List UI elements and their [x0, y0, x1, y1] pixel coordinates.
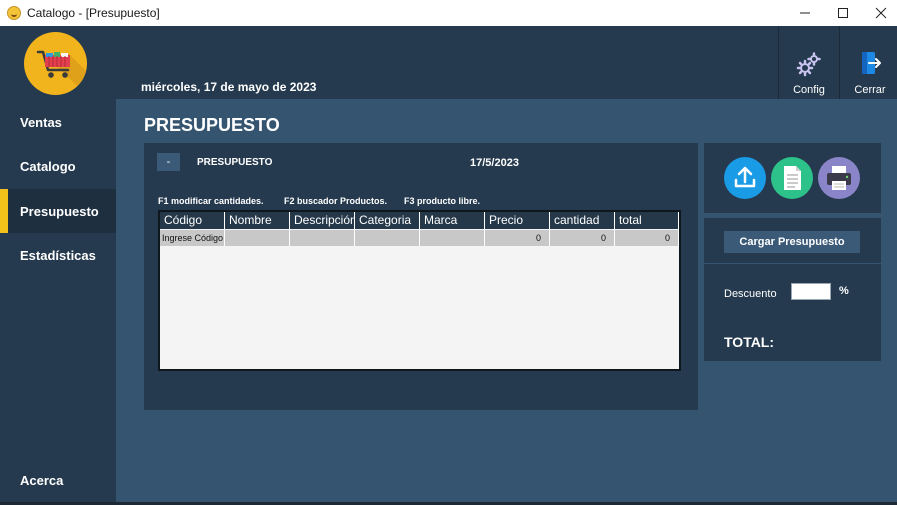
- panel-label: PRESUPUESTO: [197, 157, 273, 168]
- table-cell[interactable]: [225, 230, 290, 246]
- percent-sign: %: [839, 285, 849, 297]
- hint-f1: F1 modificar cantidades.: [158, 196, 264, 206]
- table-cell[interactable]: [290, 230, 355, 246]
- print-button[interactable]: [818, 157, 860, 199]
- upload-icon: [734, 166, 756, 188]
- sidebar-item-acerca[interactable]: Acerca: [0, 458, 116, 502]
- close-button[interactable]: [858, 0, 897, 26]
- hint-f3: F3 producto libre.: [404, 196, 481, 206]
- header-bar: miércoles, 17 de mayo de 2023 Config Cer…: [0, 26, 897, 99]
- current-date: miércoles, 17 de mayo de 2023: [141, 80, 317, 94]
- maximize-icon: [838, 8, 848, 18]
- sidebar-item-presupuesto[interactable]: Presupuesto: [0, 189, 116, 233]
- total-label: TOTAL:: [724, 334, 775, 350]
- products-grid[interactable]: Código Nombre Descripción Categoria Marc…: [158, 210, 681, 371]
- grid-header: Código Nombre Descripción Categoria Marc…: [160, 212, 679, 229]
- cerrar-label: Cerrar: [854, 84, 886, 96]
- table-cell[interactable]: Ingrese Código: [160, 230, 225, 246]
- header-divider: [778, 26, 779, 99]
- discount-label: Descuento: [724, 288, 777, 300]
- page-title: PRESUPUESTO: [144, 115, 280, 135]
- column-header[interactable]: Precio: [485, 212, 550, 229]
- budget-panel: - PRESUPUESTO 17/5/2023 F1 modificar can…: [144, 143, 698, 410]
- collapse-button[interactable]: -: [157, 153, 180, 171]
- column-header[interactable]: Descripción: [290, 212, 355, 229]
- window-title-bar: Catalogo - [Presupuesto]: [0, 0, 897, 26]
- column-header[interactable]: Código: [160, 212, 225, 229]
- sidebar: Ventas Catalogo Presupuesto Estadísticas…: [0, 99, 116, 502]
- config-label: Config: [793, 84, 825, 96]
- table-row[interactable]: Ingrese Código 0 0 0: [160, 230, 679, 246]
- shopping-cart-logo: [24, 32, 87, 95]
- table-cell[interactable]: 0: [615, 230, 679, 246]
- discount-input[interactable]: [791, 283, 831, 300]
- column-header[interactable]: cantidad: [550, 212, 615, 229]
- load-budget-button[interactable]: Cargar Presupuesto: [724, 231, 860, 253]
- sidebar-item-estadisticas[interactable]: Estadísticas: [0, 233, 116, 277]
- close-icon: [875, 7, 887, 19]
- table-cell[interactable]: 0: [485, 230, 550, 246]
- printer-icon: [827, 166, 851, 190]
- table-cell[interactable]: 0: [550, 230, 615, 246]
- table-cell[interactable]: [420, 230, 485, 246]
- totals-panel: Descuento % TOTAL:: [704, 264, 881, 361]
- column-header[interactable]: Marca: [420, 212, 485, 229]
- document-button[interactable]: [771, 157, 813, 199]
- table-cell[interactable]: [355, 230, 420, 246]
- config-button[interactable]: Config: [780, 26, 838, 99]
- load-panel: Cargar Presupuesto: [704, 218, 881, 263]
- app-icon: [7, 6, 21, 20]
- app-window: miércoles, 17 de mayo de 2023 Config Cer…: [0, 26, 897, 502]
- sidebar-item-catalogo[interactable]: Catalogo: [0, 144, 116, 188]
- column-header[interactable]: Nombre: [225, 212, 290, 229]
- panel-date: 17/5/2023: [470, 157, 519, 169]
- exit-icon: [856, 50, 884, 78]
- gears-icon: [795, 50, 823, 78]
- cerrar-button[interactable]: Cerrar: [841, 26, 897, 99]
- actions-panel: [704, 143, 881, 213]
- header-divider: [839, 26, 840, 99]
- hint-f2: F2 buscador Productos.: [284, 196, 388, 206]
- window-title: Catalogo - [Presupuesto]: [27, 6, 160, 20]
- sidebar-item-ventas[interactable]: Ventas: [0, 100, 116, 144]
- column-header[interactable]: Categoria: [355, 212, 420, 229]
- upload-button[interactable]: [724, 157, 766, 199]
- column-header[interactable]: total: [615, 212, 679, 229]
- document-icon: [784, 166, 801, 190]
- minimize-icon: [800, 12, 810, 14]
